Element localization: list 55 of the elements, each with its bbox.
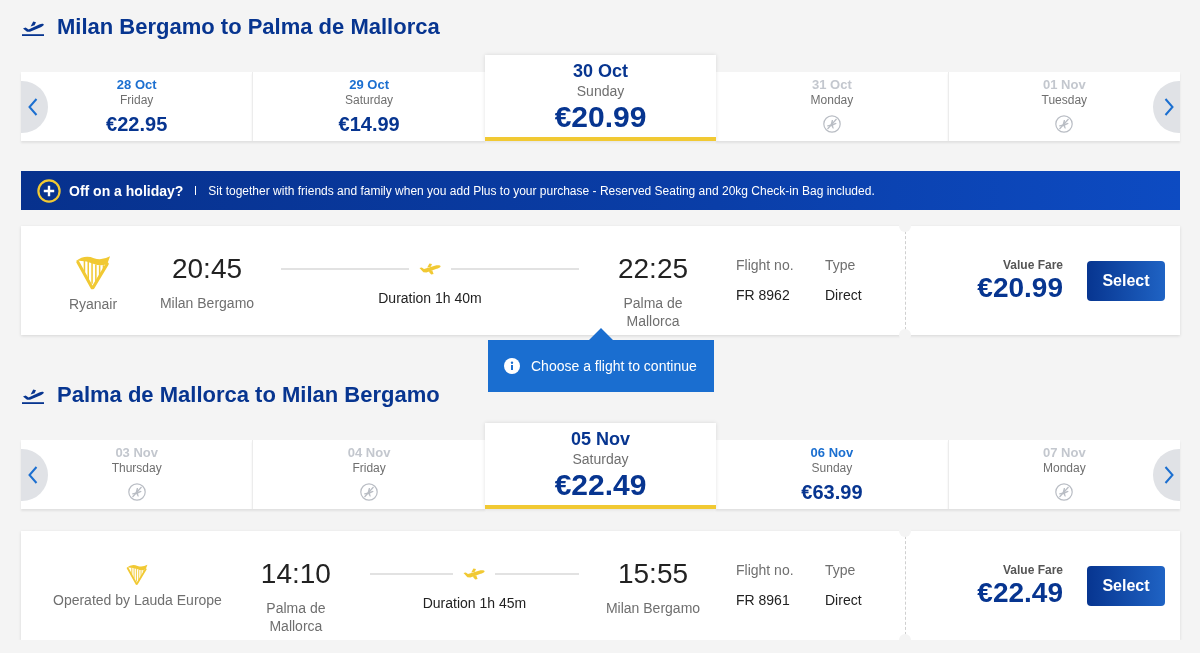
flight-number: FR 8962 bbox=[736, 286, 791, 305]
departure-time: 20:45 bbox=[171, 253, 243, 285]
chevron-right-icon bbox=[1163, 98, 1174, 116]
flight-type-label: Type bbox=[825, 256, 857, 275]
date-tab[interactable]: 05 Nov Saturday €22.49 bbox=[484, 423, 717, 509]
fare-price: €20.99 bbox=[977, 271, 1063, 304]
flight-number-label: Flight no. bbox=[736, 256, 795, 275]
crossed-plane-icon bbox=[1055, 115, 1074, 133]
select-button[interactable]: Select bbox=[1087, 260, 1165, 301]
departure-time: 14:10 bbox=[260, 558, 331, 590]
date-tab[interactable]: 04 Nov Friday bbox=[252, 440, 485, 509]
chevron-left-icon bbox=[27, 466, 38, 484]
banner-text: Sit together with friends and family when you add Plus to your purchase - Reserved Seating and 20kg Check-in Bag included. bbox=[208, 183, 875, 198]
flight-type: Direct bbox=[825, 591, 863, 610]
fare-price: €22.49 bbox=[977, 576, 1063, 609]
plus-icon bbox=[37, 178, 61, 203]
date-tab[interactable]: 30 Oct Sunday €20.99 bbox=[484, 55, 717, 141]
plane-icon bbox=[419, 263, 441, 275]
crossed-plane-icon bbox=[822, 115, 841, 133]
flight-number-label: Flight no. bbox=[736, 561, 795, 580]
crossed-plane-icon bbox=[360, 483, 379, 501]
arrival-time: 15:55 bbox=[617, 558, 689, 590]
arrival-airport: Milan Bergamo bbox=[605, 599, 701, 617]
flight-type: Direct bbox=[825, 286, 863, 305]
chevron-right-icon bbox=[1163, 466, 1174, 484]
date-tab[interactable]: 06 Nov Sunday €63.99 bbox=[716, 440, 948, 509]
crossed-plane-icon bbox=[127, 483, 146, 501]
arrival-time: 22:25 bbox=[617, 253, 689, 285]
airline-name: Operated by Lauda Europe bbox=[53, 591, 222, 609]
date-tab[interactable]: 31 Oct Monday bbox=[716, 72, 948, 141]
select-button[interactable]: Select bbox=[1087, 565, 1165, 606]
departure-airport: Milan Bergamo bbox=[159, 294, 255, 312]
flight-type-label: Type bbox=[825, 561, 857, 580]
airline-name: Ryanair bbox=[68, 295, 118, 313]
arrival-airport: Palma de Mallorca bbox=[622, 294, 684, 330]
departure-airport: Palma de Mallorca bbox=[265, 599, 327, 635]
date-tab[interactable]: 28 Oct Friday €22.95 bbox=[21, 72, 253, 141]
route-title: Milan Bergamo to Palma de Mallorca bbox=[57, 14, 440, 40]
date-tab[interactable]: 07 Nov Monday bbox=[947, 440, 1181, 509]
flight-duration: Duration 1h 40m bbox=[378, 289, 482, 307]
date-tab[interactable]: 29 Oct Saturday €14.99 bbox=[252, 72, 485, 141]
banner-title: Off on a holiday? bbox=[69, 182, 184, 199]
date-tab[interactable]: 01 Nov Tuesday bbox=[947, 72, 1181, 141]
harp-logo-icon bbox=[125, 563, 150, 585]
date-tab[interactable]: 03 Nov Thursday bbox=[21, 440, 253, 509]
chevron-left-icon bbox=[27, 98, 38, 116]
crossed-plane-icon bbox=[1055, 483, 1074, 501]
flight-number: FR 8961 bbox=[736, 591, 791, 610]
tooltip-text: Choose a flight to continue bbox=[531, 358, 697, 374]
flight-duration: Duration 1h 45m bbox=[422, 594, 527, 612]
fare-label: Value Fare bbox=[1002, 257, 1063, 272]
fare-label: Value Fare bbox=[1002, 562, 1063, 577]
route-title: Palma de Mallorca to Milan Bergamo bbox=[57, 382, 440, 408]
info-icon bbox=[504, 358, 520, 374]
plane-icon bbox=[463, 568, 486, 580]
